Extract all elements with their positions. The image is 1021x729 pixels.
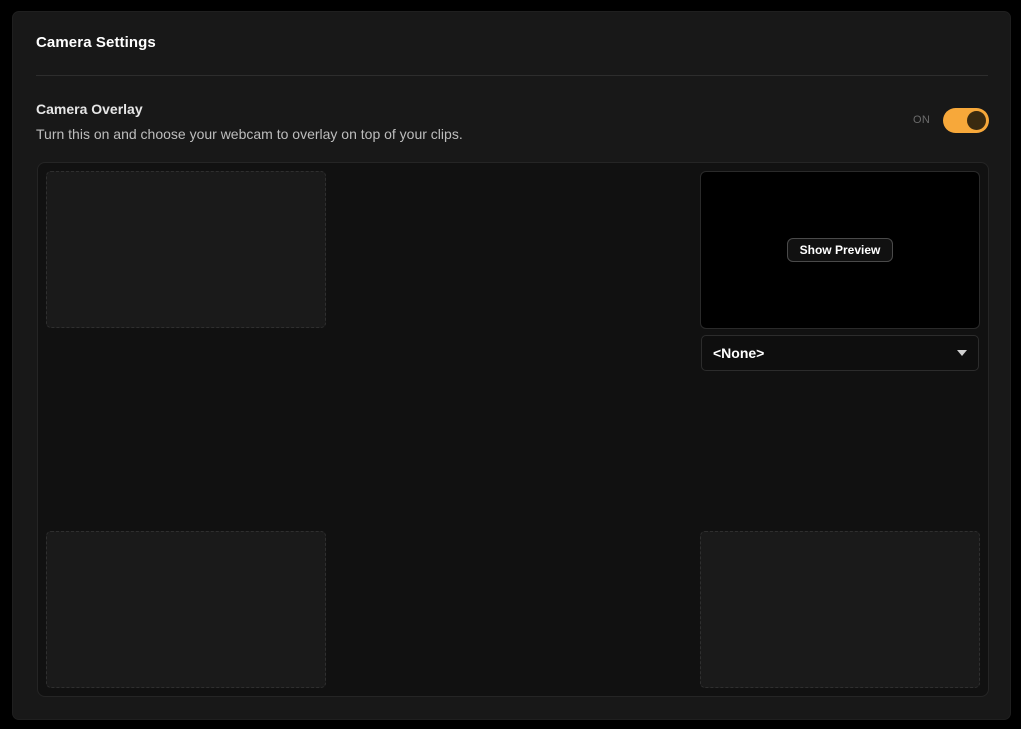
camera-overlay-label: Camera Overlay bbox=[36, 101, 143, 117]
divider bbox=[36, 75, 988, 76]
camera-select-value: <None> bbox=[713, 345, 765, 361]
toggle-knob bbox=[967, 111, 986, 130]
chevron-down-icon bbox=[957, 350, 967, 356]
position-slot-bottom-left[interactable] bbox=[46, 531, 326, 688]
toggle-state-label: ON bbox=[913, 114, 931, 126]
show-preview-button[interactable]: Show Preview bbox=[787, 238, 893, 262]
camera-overlay-description: Turn this on and choose your webcam to o… bbox=[36, 126, 463, 142]
overlay-position-stage: Show Preview <None> bbox=[37, 162, 989, 697]
position-slot-bottom-right[interactable] bbox=[700, 531, 980, 688]
position-slot-top-left[interactable] bbox=[46, 171, 326, 328]
camera-settings-panel: Camera Settings Camera Overlay Turn this… bbox=[12, 11, 1011, 720]
camera-preview: Show Preview bbox=[700, 171, 980, 329]
camera-select-dropdown[interactable]: <None> bbox=[701, 335, 979, 371]
camera-overlay-toggle[interactable] bbox=[943, 108, 989, 133]
panel-title: Camera Settings bbox=[36, 34, 156, 51]
